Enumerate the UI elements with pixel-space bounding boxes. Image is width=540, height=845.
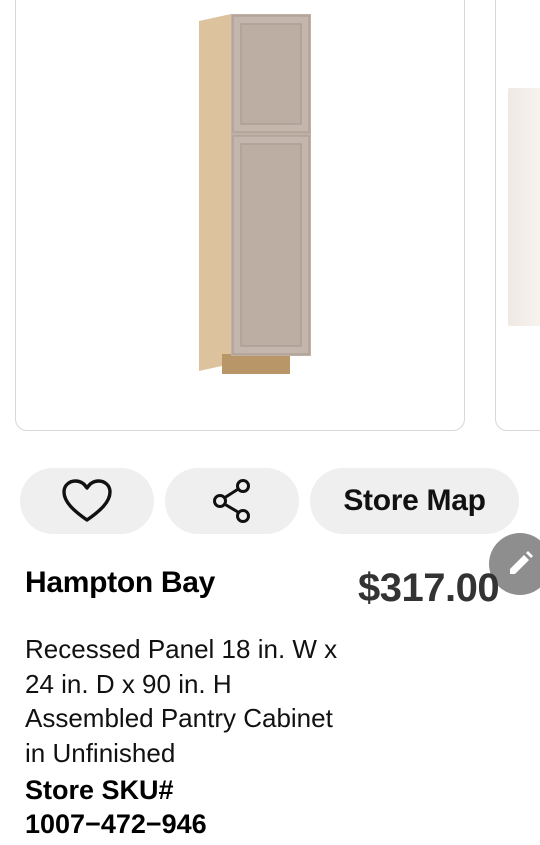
heart-outline-icon bbox=[62, 479, 112, 522]
next-image-card[interactable] bbox=[495, 0, 540, 431]
sku-label: Store SKU# bbox=[25, 775, 174, 805]
sku-value: 1007−472−946 bbox=[25, 809, 207, 839]
image-carousel[interactable] bbox=[0, 0, 540, 440]
product-description[interactable]: Recessed Panel 18 in. W x 24 in. D x 90 … bbox=[25, 632, 345, 770]
product-image-card[interactable] bbox=[15, 0, 465, 431]
pencil-icon bbox=[510, 551, 533, 574]
product-brand[interactable]: Hampton Bay bbox=[25, 566, 215, 600]
favorite-button[interactable] bbox=[20, 468, 154, 534]
next-image bbox=[508, 88, 540, 326]
share-icon bbox=[213, 479, 250, 523]
share-button[interactable] bbox=[165, 468, 299, 534]
store-map-button[interactable]: Store Map bbox=[310, 468, 519, 534]
product-price: $317.00 bbox=[358, 566, 500, 610]
store-map-label: Store Map bbox=[343, 484, 486, 517]
product-image bbox=[199, 14, 311, 374]
